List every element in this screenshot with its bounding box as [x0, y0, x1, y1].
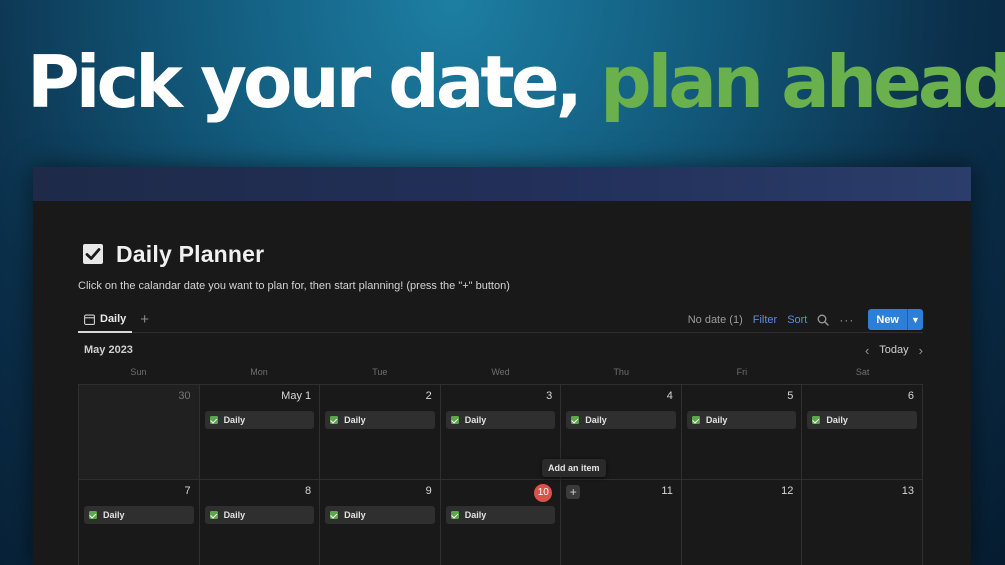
calendar-day-cell[interactable]: 8 Daily	[200, 480, 321, 565]
checkbox-icon	[571, 416, 580, 424]
checkbox-icon	[209, 416, 218, 424]
page-cover	[33, 167, 971, 201]
event-card-label: Daily	[223, 415, 246, 425]
more-options-icon[interactable]: ···	[839, 313, 854, 327]
event-card[interactable]: Daily	[204, 411, 315, 429]
today-button[interactable]: Today	[879, 344, 908, 356]
event-card-label: Daily	[705, 415, 728, 425]
day-number: 13	[901, 485, 914, 497]
add-item-tooltip: Add an item	[542, 459, 606, 477]
weekday-label: Wed	[491, 367, 510, 377]
weekday-label: Mon	[250, 367, 268, 377]
event-card[interactable]: Daily	[325, 506, 435, 524]
checkbox-icon	[330, 511, 339, 519]
checkbox-icon	[89, 511, 97, 519]
event-card-label: Daily	[464, 415, 487, 425]
day-number: 10	[446, 484, 556, 502]
weekday-label: Sun	[130, 367, 147, 377]
calendar-icon	[84, 314, 95, 325]
day-number: May 1	[281, 390, 312, 402]
today-badge: 10	[534, 484, 553, 502]
calendar-day-cell[interactable]: 30	[79, 385, 200, 480]
event-card[interactable]: Daily	[445, 506, 556, 524]
day-number: 30	[178, 390, 191, 402]
event-card-label: Daily	[585, 415, 607, 425]
day-number: 2	[425, 390, 432, 402]
event-card[interactable]: Daily	[325, 411, 435, 429]
event-card[interactable]: Daily	[807, 411, 917, 429]
calendar-day-cell[interactable]: 9 Daily	[320, 480, 441, 565]
event-card-label: Daily	[826, 415, 848, 425]
weekday-label: Sat	[855, 367, 870, 377]
event-card-label: Daily	[223, 510, 246, 520]
chevron-left-icon[interactable]: ‹	[865, 343, 869, 358]
weekday-header: Sun Mon Tue Wed Thu Fri Sat	[78, 367, 923, 384]
add-item-button[interactable]: +	[566, 485, 581, 499]
event-card-label: Daily	[344, 415, 366, 425]
search-icon[interactable]	[817, 314, 830, 326]
checkbox-icon	[83, 244, 103, 264]
checkbox-icon	[330, 416, 339, 424]
month-nav: ‹ Today ›	[865, 343, 923, 358]
calendar-day-cell[interactable]: 12	[682, 480, 803, 565]
tab-daily[interactable]: Daily	[78, 308, 133, 333]
tab-daily-label: Daily	[100, 313, 127, 325]
page-description: Click on the calandar date you want to p…	[78, 280, 510, 292]
day-number: 11	[661, 485, 673, 497]
event-card[interactable]: Daily	[686, 411, 797, 429]
event-card[interactable]: Daily	[566, 411, 676, 429]
checkbox-icon	[812, 416, 821, 424]
weekday-label: Thu	[613, 367, 629, 377]
new-button[interactable]: New ▼	[868, 309, 923, 330]
weekday-label: Tue	[372, 367, 388, 377]
calendar-day-cell[interactable]: 5 Daily	[681, 385, 803, 480]
day-number: 7	[184, 485, 191, 497]
calendar-day-cell[interactable]: May 1 Daily	[199, 385, 321, 480]
view-tabs: Daily +	[78, 307, 149, 333]
calendar-day-cell[interactable]: 13	[802, 480, 923, 565]
day-number: 4	[666, 390, 673, 402]
day-number: 8	[305, 485, 312, 497]
calendar-day-cell[interactable]: 10 Daily	[441, 480, 562, 565]
event-card[interactable]: Daily	[84, 506, 194, 524]
checkbox-icon	[209, 511, 218, 519]
view-actions: No date (1) Filter Sort ··· New ▼	[688, 309, 923, 330]
day-number: 12	[781, 485, 794, 497]
chevron-down-icon[interactable]: ▼	[907, 309, 923, 330]
event-card-label: Daily	[344, 510, 366, 520]
checkbox-icon	[450, 416, 459, 424]
day-number: 3	[546, 390, 553, 402]
headline-part1: Pick your date,	[27, 40, 583, 124]
checkbox-icon	[691, 416, 700, 424]
calendar-day-cell[interactable]: 11 +	[561, 480, 682, 565]
app-window: Daily Planner Click on the calandar date…	[33, 167, 971, 565]
calendar-day-cell[interactable]: 6 Daily	[802, 385, 923, 480]
calendar-day-cell[interactable]: 7 Daily	[79, 480, 200, 565]
new-button-label: New	[876, 313, 899, 326]
checkbox-icon	[450, 511, 459, 519]
event-card-label: Daily	[103, 510, 125, 520]
day-number: 6	[907, 390, 914, 402]
filter-button[interactable]: Filter	[753, 314, 777, 326]
title-row: Daily Planner	[78, 239, 923, 269]
month-bar: May 2023 ‹ Today ›	[78, 333, 923, 367]
page-content: Daily Planner Click on the calandar date…	[33, 239, 971, 565]
month-label: May 2023	[84, 344, 133, 356]
headline-part2: plan ahead.	[600, 40, 1005, 124]
page-title: Daily Planner	[116, 240, 265, 267]
calendar-grid: 30 May 1 Daily 2 Daily 3 Daily 4 Daily 5 Daily 6 Dai…	[78, 384, 923, 565]
headline: Pick your date, plan ahead.	[27, 46, 1005, 118]
no-date-button[interactable]: No date (1)	[688, 314, 743, 326]
add-view-button[interactable]: +	[140, 311, 149, 328]
event-card-label: Daily	[464, 510, 487, 520]
chevron-right-icon[interactable]: ›	[919, 343, 923, 358]
day-number: 5	[787, 390, 794, 402]
sort-button[interactable]: Sort	[787, 314, 807, 326]
event-card[interactable]: Daily	[204, 506, 315, 524]
view-bar: Daily + No date (1) Filter Sort ··· New …	[78, 307, 923, 333]
weekday-label: Fri	[736, 367, 748, 377]
calendar-day-cell[interactable]: 2 Daily	[320, 385, 441, 480]
day-number: 9	[425, 485, 432, 497]
event-card[interactable]: Daily	[445, 411, 556, 429]
